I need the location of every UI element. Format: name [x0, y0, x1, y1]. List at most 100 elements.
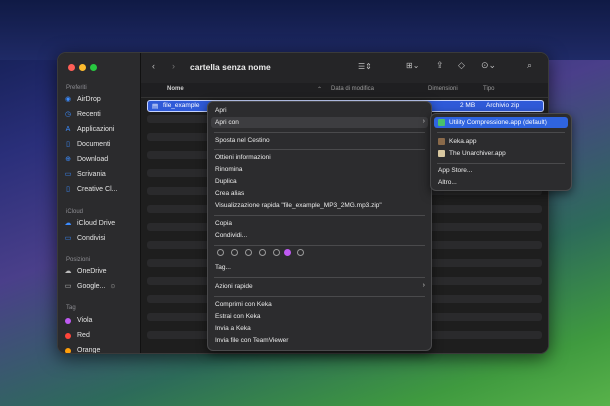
- submenu-item-unarchiver[interactable]: The Unarchiver.app: [449, 150, 506, 157]
- clock-icon: ◷: [64, 110, 72, 118]
- minimize-button[interactable]: [79, 64, 86, 71]
- sidebar-item-airdrop[interactable]: ◉ AirDrop: [64, 93, 136, 106]
- menu-item-duplica[interactable]: Duplica: [215, 178, 237, 185]
- sidebar-section-icloud: iCloud: [66, 209, 84, 215]
- menu-item-tag[interactable]: Tag...: [215, 264, 231, 271]
- tag-color-option[interactable]: [231, 249, 238, 256]
- sidebar-item-documenti[interactable]: ▯ Documenti: [64, 138, 136, 151]
- sidebar-item-recenti[interactable]: ◷ Recenti: [64, 108, 136, 121]
- separator: [214, 277, 425, 278]
- download-icon: ⊕: [65, 155, 71, 163]
- column-header: Nome ⌃ Data di modifica Dimensioni Tipo: [141, 83, 548, 98]
- tag-color-option[interactable]: [245, 249, 252, 256]
- menu-item-comprimi-keka[interactable]: Comprimi con Keka: [215, 301, 272, 308]
- unarchiver-icon: [438, 150, 445, 157]
- submenu-chevron-icon: ›: [422, 118, 425, 125]
- separator: [437, 132, 565, 133]
- menu-item-rinomina[interactable]: Rinomina: [215, 166, 242, 173]
- group-icon[interactable]: ⊞⌄: [406, 61, 419, 70]
- sidebar-tag-red[interactable]: Red: [64, 329, 136, 342]
- desktop-icon: ▭: [64, 170, 72, 178]
- toolbar: ‹ › cartella senza nome ☰⇕ ⊞⌄ ⇪ ◇ ⊙⌄ ⌕: [141, 53, 548, 84]
- column-date[interactable]: Data di modifica: [331, 86, 374, 92]
- back-icon[interactable]: ‹: [152, 61, 155, 71]
- sidebar-item-applicazioni[interactable]: A Applicazioni: [64, 123, 136, 136]
- menu-item-estrai-keka[interactable]: Estrai con Keka: [215, 313, 261, 320]
- sidebar-section-preferiti: Preferiti: [66, 85, 87, 91]
- cloud-icon: ☁: [64, 267, 72, 275]
- separator: [214, 245, 425, 246]
- sidebar-tag-orange[interactable]: Orange: [64, 344, 136, 353]
- document-icon: ▯: [66, 140, 70, 148]
- submenu-item-utility-compressione[interactable]: Utility Compressione.app (default): [449, 119, 547, 126]
- tag-icon[interactable]: ◇: [458, 60, 465, 71]
- sidebar-item-download[interactable]: ⊕ Download: [64, 153, 136, 166]
- window-title: cartella senza nome: [190, 62, 271, 72]
- submenu-item-altro[interactable]: Altro...: [438, 179, 457, 186]
- separator: [214, 132, 425, 133]
- sidebar: Preferiti ◉ AirDrop ◷ Recenti A Applicazion…: [58, 53, 141, 353]
- keka-icon: [438, 138, 445, 145]
- menu-item-apri[interactable]: Apri: [215, 107, 227, 114]
- file-type: Archivio zip: [486, 102, 520, 109]
- sidebar-item-scrivania[interactable]: ▭ Scrivania: [64, 168, 136, 181]
- cloud-icon: ☁: [64, 219, 72, 227]
- eject-icon[interactable]: ⊙: [110, 283, 115, 290]
- column-type[interactable]: Tipo: [483, 86, 494, 92]
- sidebar-item-icloud-drive[interactable]: ☁ iCloud Drive: [64, 217, 136, 230]
- menu-item-visualizzazione-rapida[interactable]: Visualizzazione rapida "file_example_MP3…: [215, 202, 382, 209]
- menu-item-azioni-rapide[interactable]: Azioni rapide: [215, 283, 253, 290]
- zoom-button[interactable]: [90, 64, 97, 71]
- menu-item-sposta-cestino[interactable]: Sposta nel Cestino: [215, 137, 270, 144]
- tag-dot-icon: [65, 347, 71, 353]
- submenu-item-app-store[interactable]: App Store...: [438, 167, 472, 174]
- menu-item-apri-con-highlight[interactable]: [211, 117, 428, 128]
- sidebar-section-posizioni: Posizioni: [66, 257, 91, 263]
- sidebar-item-condivisi[interactable]: ▭ Condivisi: [64, 232, 136, 245]
- close-button[interactable]: [68, 64, 75, 71]
- airdrop-icon: ◉: [64, 95, 72, 103]
- search-icon[interactable]: ⌕: [527, 60, 532, 71]
- file-size: 2 MB: [460, 102, 476, 109]
- menu-item-teamviewer[interactable]: Invia file con TeamViewer: [215, 337, 288, 344]
- apps-icon: A: [65, 125, 71, 133]
- tag-color-option-viola[interactable]: [284, 249, 291, 256]
- folder-icon: ▭: [64, 234, 72, 242]
- archive-utility-icon: [438, 119, 445, 126]
- tag-color-option[interactable]: [259, 249, 266, 256]
- context-menu: Apri Apri con › Sposta nel Cestino Ottie…: [207, 101, 432, 351]
- menu-item-crea-alias[interactable]: Crea alias: [215, 190, 244, 197]
- menu-item-apri-con[interactable]: Apri con: [215, 119, 239, 126]
- zip-file-icon: ▤: [152, 103, 159, 110]
- document-icon: ▯: [66, 185, 70, 193]
- separator: [214, 296, 425, 297]
- forward-icon[interactable]: ›: [172, 61, 175, 71]
- tag-dot-icon: [65, 317, 71, 324]
- tag-dot-icon: [65, 332, 71, 339]
- sidebar-section-tag: Tag: [66, 305, 76, 311]
- sidebar-item-creative-cloud[interactable]: ▯ Creative Cl...: [64, 183, 136, 196]
- menu-item-ottieni-informazioni[interactable]: Ottieni informazioni: [215, 154, 271, 161]
- drive-icon: ▭: [64, 282, 72, 290]
- column-size[interactable]: Dimensioni: [428, 86, 458, 92]
- tag-color-option[interactable]: [297, 249, 304, 256]
- separator: [214, 149, 425, 150]
- sidebar-item-onedrive[interactable]: ☁ OneDrive: [64, 265, 136, 278]
- separator: [214, 215, 425, 216]
- list-view-icon[interactable]: ☰⇕: [358, 62, 372, 71]
- share-icon[interactable]: ⇪: [436, 60, 444, 71]
- sidebar-tag-viola[interactable]: Viola: [64, 314, 136, 327]
- desktop-wallpaper: [0, 0, 610, 60]
- tag-color-option[interactable]: [217, 249, 224, 256]
- menu-item-invia-keka[interactable]: Invia a Keka: [215, 325, 251, 332]
- menu-item-condividi[interactable]: Condividi...: [215, 232, 247, 239]
- sort-chevron-icon: ⌃: [317, 87, 323, 93]
- more-icon[interactable]: ⊙⌄: [481, 60, 496, 71]
- submenu-item-keka[interactable]: Keka.app: [449, 138, 476, 145]
- menu-item-copia[interactable]: Copia: [215, 220, 232, 227]
- submenu-chevron-icon: ›: [422, 282, 425, 289]
- sidebar-item-google-drive[interactable]: ▭ Google... ⊙: [64, 280, 136, 293]
- file-name: file_example: [163, 102, 200, 109]
- column-name[interactable]: Nome: [167, 86, 184, 92]
- tag-color-option[interactable]: [273, 249, 280, 256]
